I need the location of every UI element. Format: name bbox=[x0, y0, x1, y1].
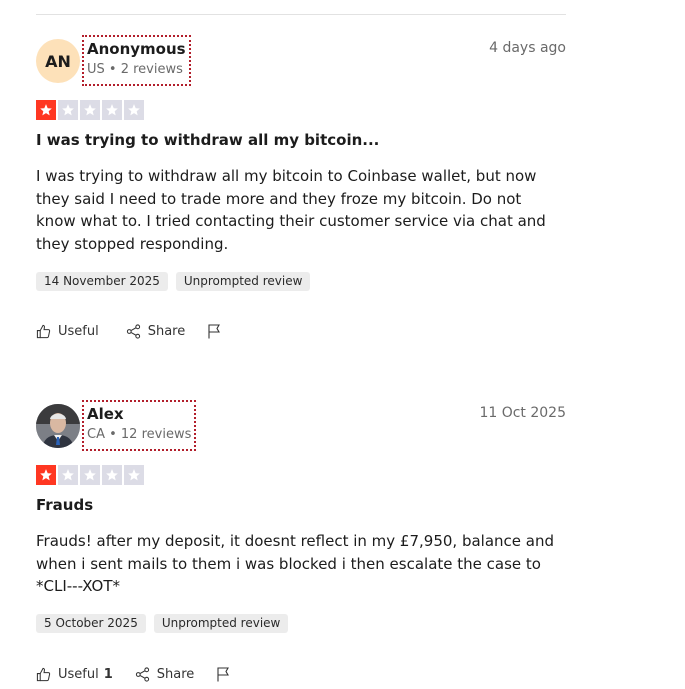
star-icon bbox=[58, 465, 78, 485]
useful-button[interactable]: Useful 1 bbox=[36, 667, 113, 682]
star-icon bbox=[102, 100, 122, 120]
star-icon bbox=[80, 100, 100, 120]
share-icon bbox=[126, 323, 140, 339]
experience-date-badge: 14 November 2025 bbox=[36, 272, 168, 291]
review-actions: Useful Share bbox=[36, 323, 250, 339]
avatar bbox=[36, 404, 80, 448]
share-label: Share bbox=[156, 666, 195, 682]
reviewer-meta: US • 2 reviews bbox=[87, 62, 183, 77]
review-tags: 5 October 2025 Unprompted review bbox=[36, 614, 289, 633]
review-body: Frauds! after my deposit, it doesnt refl… bbox=[36, 532, 554, 595]
share-button[interactable]: Share bbox=[135, 666, 195, 682]
thumbs-up-icon bbox=[36, 667, 51, 681]
review-body: I was trying to withdraw all my bitcoin … bbox=[36, 167, 546, 253]
experience-date-badge: 5 October 2025 bbox=[36, 614, 146, 633]
useful-button[interactable]: Useful bbox=[36, 324, 104, 339]
share-button[interactable]: Share bbox=[126, 323, 186, 339]
divider bbox=[36, 14, 566, 15]
avatar: AN bbox=[36, 39, 80, 83]
share-label: Share bbox=[147, 323, 186, 339]
star-rating bbox=[36, 100, 144, 120]
review-title[interactable]: Frauds bbox=[36, 495, 93, 515]
review-title[interactable]: I was trying to withdraw all my bitcoin.… bbox=[36, 130, 379, 150]
reviewer-profile-link[interactable]: Anonymous US • 2 reviews bbox=[82, 35, 191, 86]
report-button[interactable] bbox=[207, 323, 228, 339]
useful-label: Useful bbox=[58, 666, 99, 682]
report-button[interactable] bbox=[216, 666, 237, 682]
star-icon bbox=[58, 100, 78, 120]
reviewer-name[interactable]: Anonymous bbox=[87, 39, 186, 59]
reviewer-profile-link[interactable]: Alex CA • 12 reviews bbox=[81, 400, 197, 451]
reviewer-name[interactable]: Alex bbox=[87, 404, 191, 424]
review-actions: Useful 1 Share bbox=[36, 666, 259, 682]
review-type-badge: Unprompted review bbox=[153, 614, 289, 633]
flag-icon bbox=[217, 667, 230, 682]
avatar-initials: AN bbox=[45, 51, 71, 71]
review-tags: 14 November 2025 Unprompted review bbox=[36, 272, 311, 291]
user-photo-icon bbox=[36, 404, 80, 448]
useful-label: Useful bbox=[58, 323, 99, 339]
review-type-badge: Unprompted review bbox=[175, 272, 311, 291]
flag-icon bbox=[208, 324, 221, 339]
thumbs-up-icon bbox=[36, 324, 51, 338]
star-icon bbox=[124, 100, 144, 120]
star-icon bbox=[80, 465, 100, 485]
star-icon bbox=[102, 465, 122, 485]
review-date: 11 Oct 2025 bbox=[479, 405, 566, 421]
star-icon bbox=[36, 465, 56, 485]
reviewer-meta: CA • 12 reviews bbox=[87, 427, 192, 442]
star-icon bbox=[36, 100, 56, 120]
review-date: 4 days ago bbox=[489, 40, 566, 56]
useful-count: 1 bbox=[103, 666, 113, 682]
share-icon bbox=[135, 666, 149, 682]
star-icon bbox=[124, 465, 144, 485]
star-rating bbox=[36, 465, 144, 485]
